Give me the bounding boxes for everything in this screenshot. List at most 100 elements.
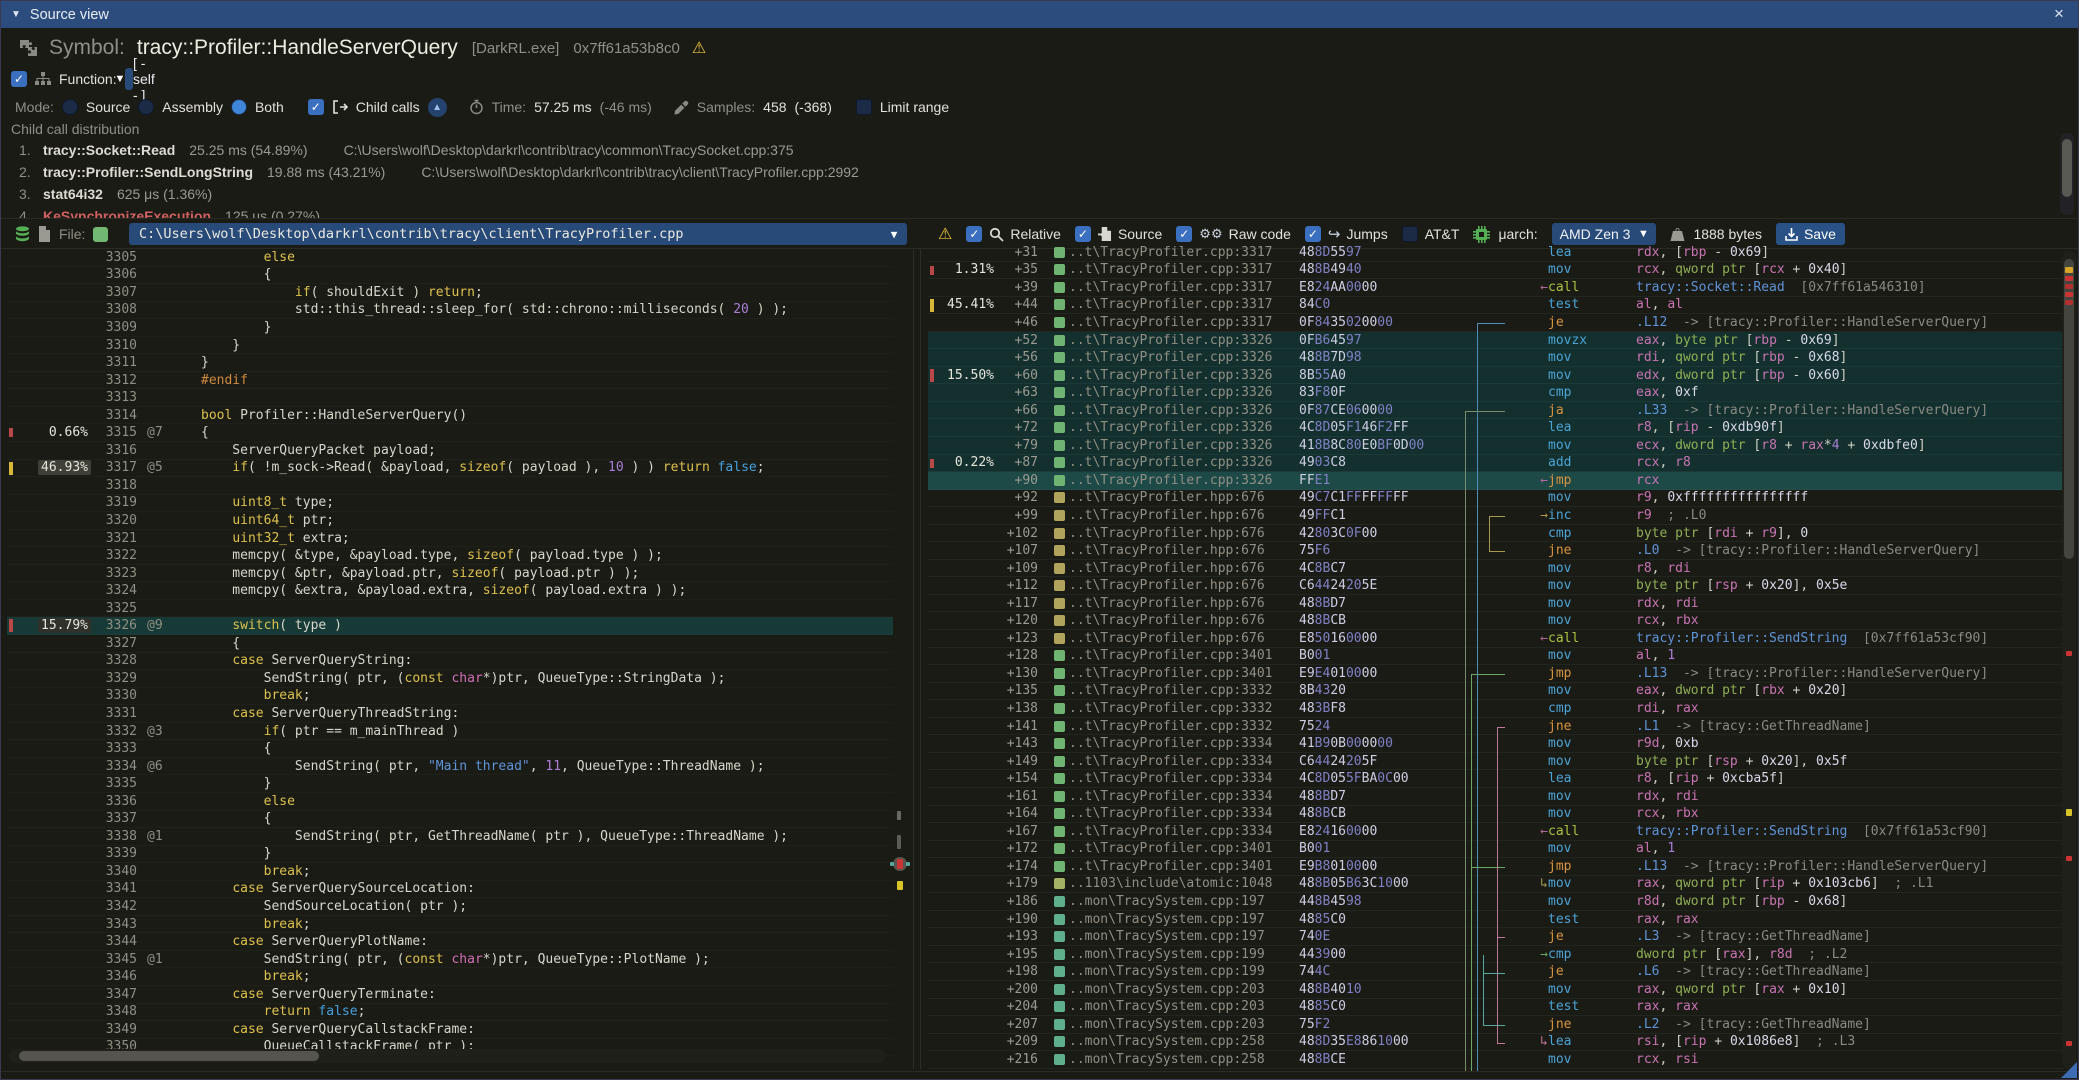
- title-bar[interactable]: ▼ Source view ×: [1, 1, 2078, 28]
- source-line[interactable]: 3345@1 SendString( ptr, (const char*)ptr…: [7, 951, 893, 969]
- asm-row[interactable]: +143..t\TracyProfiler.cpp:333441B90B0000…: [928, 735, 2064, 753]
- jumps-toggle[interactable]: ✓ ↪ Jumps: [1305, 225, 1388, 243]
- asm-row[interactable]: +135..t\TracyProfiler.cpp:33328B4320move…: [928, 683, 2064, 701]
- asm-row[interactable]: +31..t\TracyProfiler.cpp:3317488D5597lea…: [928, 244, 2064, 262]
- child-calls-checkbox[interactable]: ✓: [308, 99, 324, 115]
- radio-both[interactable]: [231, 99, 247, 115]
- source-line[interactable]: 3327 {: [7, 635, 893, 653]
- asm-row[interactable]: +39..t\TracyProfiler.cpp:3317E824AA0000←…: [928, 279, 2064, 297]
- chevron-down-icon[interactable]: ▼: [1632, 225, 1654, 243]
- source-line[interactable]: 3309 }: [7, 319, 893, 337]
- asm-row[interactable]: +66..t\TracyProfiler.cpp:33260F87CE06000…: [928, 402, 2064, 420]
- limit-range-checkbox[interactable]: ✓: [856, 99, 872, 115]
- child-call-row[interactable]: 2.tracy::Profiler::SendLongString19.88 m…: [1, 161, 2060, 183]
- assembly-pane[interactable]: +31..t\TracyProfiler.cpp:3317488D5597lea…: [928, 244, 2064, 1071]
- chevron-down-icon[interactable]: ▼: [109, 70, 131, 88]
- source-line[interactable]: 3328 case ServerQueryString:: [7, 653, 893, 671]
- source-line[interactable]: 46.93%3317@5 if( !m_sock->Read( &payload…: [7, 460, 893, 478]
- asm-row[interactable]: +172..t\TracyProfiler.cpp:3401B001moval,…: [928, 841, 2064, 859]
- propagate-up-button[interactable]: ▲: [428, 98, 447, 117]
- source-line[interactable]: 3341 case ServerQuerySourceLocation:: [7, 881, 893, 899]
- asm-row[interactable]: +92..t\TracyProfiler.hpp:67649C7C1FFFFFF…: [928, 490, 2064, 508]
- function-checkbox[interactable]: ✓: [11, 71, 27, 87]
- child-calls-label[interactable]: Child calls: [356, 99, 420, 115]
- source-line[interactable]: 3344 case ServerQueryPlotName:: [7, 933, 893, 951]
- asm-row[interactable]: +167..t\TracyProfiler.cpp:3334E824160000…: [928, 823, 2064, 841]
- source-hscrollbar[interactable]: [9, 1049, 885, 1063]
- asm-row[interactable]: +123..t\TracyProfiler.hpp:676E850160000←…: [928, 630, 2064, 648]
- asm-row[interactable]: +193..mon\TracySystem.cpp:197740Eje.L3 -…: [928, 928, 2064, 946]
- source-line[interactable]: 3314bool Profiler::HandleServerQuery(): [7, 407, 893, 425]
- source-toggle[interactable]: ✓ Source: [1075, 226, 1162, 242]
- source-line[interactable]: 3330 break;: [7, 688, 893, 706]
- relative-toggle[interactable]: ✓ Relative: [966, 226, 1061, 242]
- child-call-row[interactable]: 1.tracy::Socket::Read25.25 ms (54.89%)C:…: [1, 139, 2060, 161]
- asm-row[interactable]: +102..t\TracyProfiler.hpp:67642803C0F00c…: [928, 525, 2064, 543]
- child-call-row[interactable]: 4.KeSynchronizeExecution125 us (0.27%): [1, 205, 2060, 219]
- source-line[interactable]: 3307 if( shouldExit ) return;: [7, 284, 893, 302]
- source-line[interactable]: 3329 SendString( ptr, (const char*)ptr, …: [7, 670, 893, 688]
- asm-row[interactable]: +174..t\TracyProfiler.cpp:3401E9B8010000…: [928, 858, 2064, 876]
- asm-row[interactable]: +109..t\TracyProfiler.hpp:6764C8BC7movr8…: [928, 560, 2064, 578]
- asm-row[interactable]: +216..mon\TracySystem.cpp:258488BCEmovrc…: [928, 1051, 2064, 1069]
- source-line[interactable]: 3349 case ServerQueryCallstackFrame:: [7, 1021, 893, 1039]
- asm-row[interactable]: +79..t\TracyProfiler.cpp:3326418B8C80E0B…: [928, 437, 2064, 455]
- asm-row[interactable]: +72..t\TracyProfiler.cpp:33264C8D05F146F…: [928, 419, 2064, 437]
- uarch-combo[interactable]: AMD Zen 3 ▼: [1552, 223, 1657, 245]
- source-line[interactable]: 3324 memcpy( &extra, &payload.extra, siz…: [7, 582, 893, 600]
- asm-row[interactable]: 45.41%+44..t\TracyProfiler.cpp:331784C0t…: [928, 297, 2064, 315]
- source-line[interactable]: 3338@1 SendString( ptr, GetThreadName( p…: [7, 828, 893, 846]
- source-line[interactable]: 3316 ServerQueryPacket payload;: [7, 442, 893, 460]
- radio-assembly-label[interactable]: Assembly: [162, 99, 223, 115]
- asm-row[interactable]: +99..t\TracyProfiler.hpp:67649FFC1→incr9…: [928, 507, 2064, 525]
- asm-row[interactable]: +138..t\TracyProfiler.cpp:3332483BF8cmpr…: [928, 700, 2064, 718]
- source-line[interactable]: 3320 uint64_t ptr;: [7, 512, 893, 530]
- source-line[interactable]: 3312#endif: [7, 372, 893, 390]
- source-line[interactable]: 3308 std::this_thread::sleep_for( std::c…: [7, 302, 893, 320]
- asm-row[interactable]: +63..t\TracyProfiler.cpp:332683F80Fcmpea…: [928, 384, 2064, 402]
- asm-row[interactable]: +200..mon\TracySystem.cpp:203488B4010mov…: [928, 981, 2064, 999]
- collapse-icon[interactable]: ▼: [11, 9, 21, 20]
- chevron-down-icon[interactable]: ▼: [883, 225, 905, 243]
- source-line[interactable]: 3318: [7, 477, 893, 495]
- source-line[interactable]: 3342 SendSourceLocation( ptr );: [7, 898, 893, 916]
- att-toggle[interactable]: ✓ AT&T: [1402, 226, 1460, 242]
- source-scrollbar[interactable]: [894, 249, 906, 1049]
- source-line[interactable]: 3332@3 if( ptr == m_mainThread ): [7, 723, 893, 741]
- file-combo[interactable]: C:\Users\wolf\Desktop\darkrl\contrib\tra…: [129, 223, 907, 245]
- asm-row[interactable]: +141..t\TracyProfiler.cpp:33327524jne.L1…: [928, 718, 2064, 736]
- source-line[interactable]: 3340 break;: [7, 863, 893, 881]
- source-line[interactable]: 3331 case ServerQueryThreadString:: [7, 705, 893, 723]
- asm-row[interactable]: 15.50%+60..t\TracyProfiler.cpp:33268B55A…: [928, 367, 2064, 385]
- asm-row[interactable]: +130..t\TracyProfiler.cpp:3401E9E4010000…: [928, 665, 2064, 683]
- source-line[interactable]: 0.66%3315@7{: [7, 424, 893, 442]
- source-line[interactable]: 15.79%3326@9 switch( type ): [7, 617, 893, 635]
- source-line[interactable]: 3322 memcpy( &type, &payload.type, sizeo…: [7, 547, 893, 565]
- asm-row[interactable]: +198..mon\TracySystem.cpp:199744Cje.L6 -…: [928, 963, 2064, 981]
- asm-row[interactable]: +120..t\TracyProfiler.hpp:676488BCBmovrc…: [928, 612, 2064, 630]
- source-line[interactable]: 3346 break;: [7, 968, 893, 986]
- source-line[interactable]: 3323 memcpy( &ptr, &payload.ptr, sizeof(…: [7, 565, 893, 583]
- asm-row[interactable]: +204..mon\TracySystem.cpp:2034885C0testr…: [928, 999, 2064, 1017]
- function-combo[interactable]: [ - self - ] ▼: [125, 68, 133, 90]
- asm-row[interactable]: +179..1103\include\atomic:1048488B05B63C…: [928, 876, 2064, 894]
- asm-row[interactable]: +207..mon\TracySystem.cpp:20375F2jne.L2 …: [928, 1016, 2064, 1034]
- source-line[interactable]: 3319 uint8_t type;: [7, 495, 893, 513]
- assembly-scrollbar[interactable]: [2062, 251, 2076, 1069]
- source-line[interactable]: 3339 }: [7, 846, 893, 864]
- source-line[interactable]: 3333 {: [7, 740, 893, 758]
- source-line[interactable]: 3334@6 SendString( ptr, "Main thread", 1…: [7, 758, 893, 776]
- radio-source-label[interactable]: Source: [86, 99, 130, 115]
- source-line[interactable]: 3311}: [7, 354, 893, 372]
- resize-grip[interactable]: [2061, 1062, 2077, 1078]
- asm-row[interactable]: +190..mon\TracySystem.cpp:1974885C0testr…: [928, 911, 2064, 929]
- asm-row[interactable]: +56..t\TracyProfiler.cpp:3326488B7D98mov…: [928, 349, 2064, 367]
- asm-row[interactable]: 0.22%+87..t\TracyProfiler.cpp:33264903C8…: [928, 455, 2064, 473]
- source-line[interactable]: 3310 }: [7, 337, 893, 355]
- source-line[interactable]: 3335 }: [7, 775, 893, 793]
- radio-both-label[interactable]: Both: [255, 99, 284, 115]
- asm-row[interactable]: +186..mon\TracySystem.cpp:197448B4598mov…: [928, 893, 2064, 911]
- source-line[interactable]: 3306 {: [7, 267, 893, 285]
- source-line[interactable]: 3336 else: [7, 793, 893, 811]
- asm-row[interactable]: +107..t\TracyProfiler.hpp:67675F6jne.L0 …: [928, 542, 2064, 560]
